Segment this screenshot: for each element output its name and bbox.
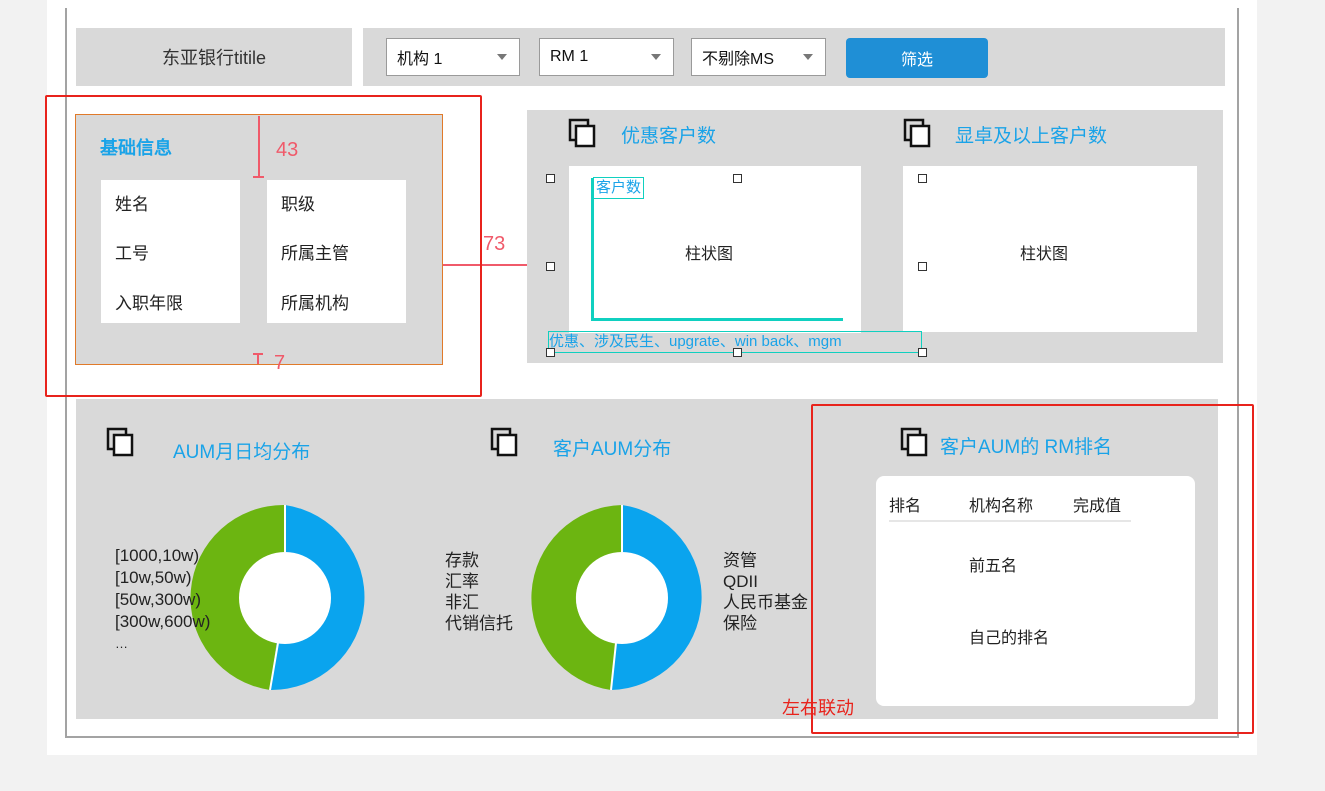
legend-item: … (115, 636, 128, 651)
aum-label: 代销信托 (445, 614, 513, 633)
preferred-chart-placeholder: 柱状图 (685, 246, 734, 263)
copy-icon (903, 118, 931, 148)
ms-select[interactable]: 不剔除MS (691, 38, 826, 76)
resize-handle[interactable] (546, 262, 555, 271)
donut-hole (576, 552, 668, 644)
resize-handle[interactable] (918, 348, 927, 357)
premier-customers-title: 显卓及以上客户数 (955, 126, 1108, 147)
filter-button[interactable]: 筛选 (846, 38, 988, 78)
chevron-down-icon (651, 54, 661, 60)
resize-handle[interactable] (546, 348, 555, 357)
legend-item: [10w,50w) (115, 568, 192, 587)
rm-select[interactable]: RM 1 (539, 38, 674, 76)
aum-monthly-legend: [1000,10w) [10w,50w) [50w,300w) [300w,60… (115, 545, 210, 655)
highlight-box-ranking (811, 404, 1254, 734)
copy-icon (568, 118, 596, 148)
legend-item: [50w,300w) (115, 590, 201, 609)
page-title: 东亚银行titile (161, 48, 266, 68)
chevron-down-icon (497, 54, 507, 60)
chart-x-axis (591, 318, 843, 321)
customer-aum-donut (531, 505, 702, 691)
institution-select-value: 机构 1 (397, 51, 443, 68)
y-axis-label: 客户数 (593, 177, 645, 199)
copy-icon (490, 427, 518, 457)
donut-hole (239, 552, 331, 644)
resize-handle[interactable] (546, 174, 555, 183)
page-title-box: 东亚银行titile (76, 28, 352, 86)
resize-handle[interactable] (918, 262, 927, 271)
rm-select-value: RM 1 (550, 48, 589, 65)
highlight-box-basic-info (45, 95, 482, 397)
customer-aum-right-labels: 资管 QDII 人民币基金 保险 (723, 550, 808, 634)
ms-select-value: 不剔除MS (702, 51, 775, 68)
customer-aum-left-labels: 存款 汇率 非汇 代销信托 (445, 550, 513, 634)
copy-icon (106, 427, 134, 457)
aum-label: 保险 (723, 614, 757, 633)
aum-monthly-donut (190, 504, 365, 691)
aum-label: 存款 (445, 551, 479, 570)
legend-item: [1000,10w) (115, 546, 200, 565)
resize-handle[interactable] (918, 174, 927, 183)
preferred-customers-title: 优惠客户数 (621, 126, 717, 147)
aum-label: 汇率 (445, 572, 479, 591)
aum-label: 资管 (723, 551, 757, 570)
legend-item: [300w,600w) (115, 612, 211, 631)
resize-handle[interactable] (733, 174, 742, 183)
customer-aum-title: 客户AUM分布 (553, 439, 672, 460)
aum-monthly-title: AUM月日均分布 (173, 442, 311, 463)
resize-handle[interactable] (733, 348, 742, 357)
aum-label: QDII (723, 572, 758, 591)
institution-select[interactable]: 机构 1 (386, 38, 520, 76)
linkage-annotation: 左右联动 (782, 698, 854, 718)
chevron-down-icon (803, 54, 813, 60)
premier-chart-placeholder: 柱状图 (1020, 246, 1069, 263)
chart-y-axis (591, 178, 594, 321)
spacing-annotation-side: 73 (483, 233, 506, 255)
aum-label: 非汇 (445, 593, 479, 612)
aum-label: 人民币基金 (723, 593, 808, 612)
